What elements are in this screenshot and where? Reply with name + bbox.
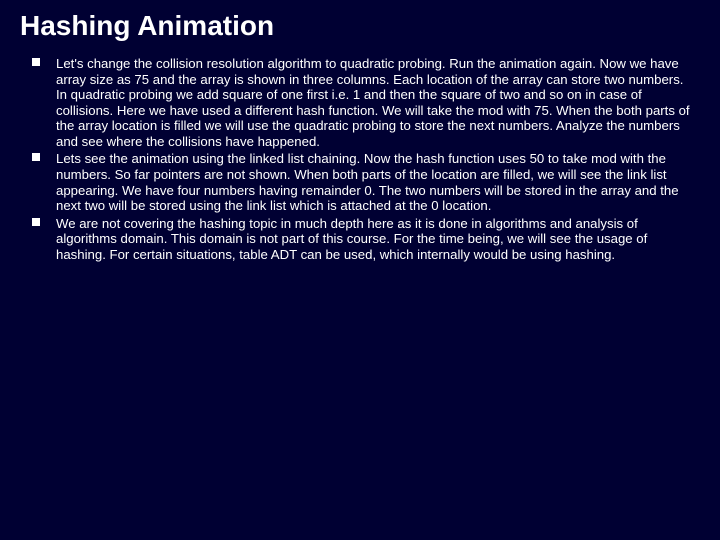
bullet-list: Let's change the collision resolution al… xyxy=(20,56,700,263)
bullet-item: Lets see the animation using the linked … xyxy=(32,151,692,213)
bullet-item: We are not covering the hashing topic in… xyxy=(32,216,692,263)
slide-title: Hashing Animation xyxy=(20,10,700,42)
bullet-item: Let's change the collision resolution al… xyxy=(32,56,692,149)
slide: Hashing Animation Let's change the colli… xyxy=(0,0,720,540)
